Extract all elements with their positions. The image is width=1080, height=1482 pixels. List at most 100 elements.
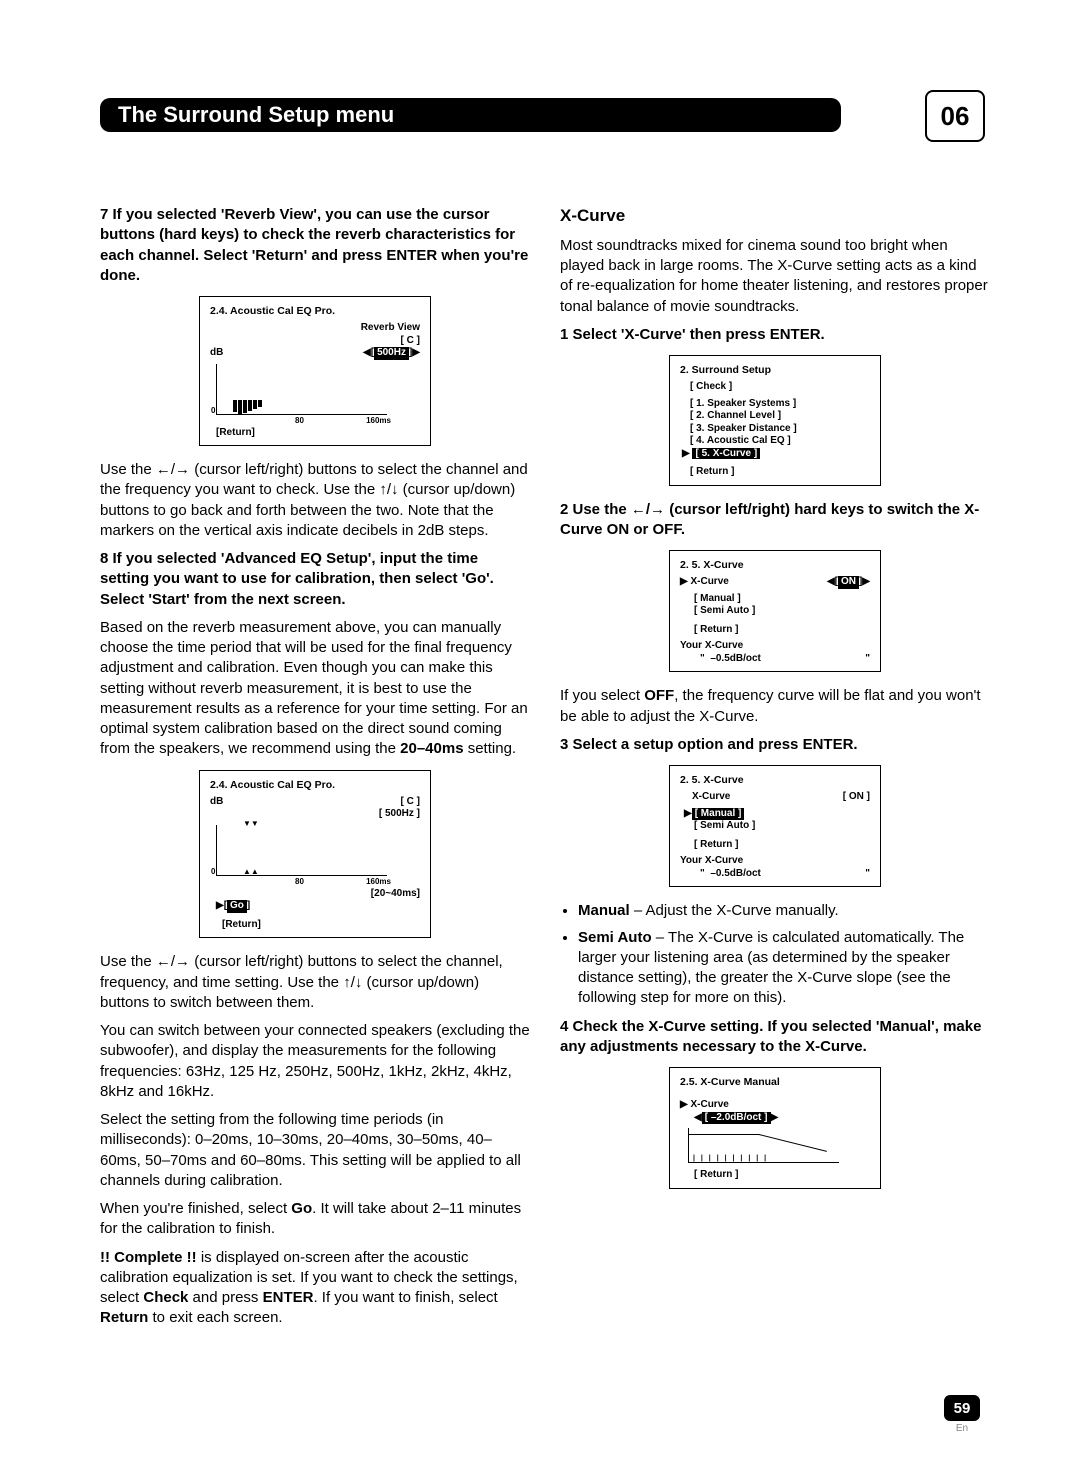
osd-title: 2.5. X-Curve Manual xyxy=(680,1076,870,1089)
osd-return: [Return] xyxy=(222,919,420,932)
tick: 0 xyxy=(211,406,215,416)
osd-reverb-view: 2.4. Acoustic Cal EQ Pro. Reverb View [ … xyxy=(199,296,431,446)
content-columns: 7 If you selected 'Reverb View', you can… xyxy=(100,205,990,1337)
osd-surround-setup-menu: 2. Surround Setup [ Check ] [ 1. Speaker… xyxy=(669,355,881,486)
osd-row: [20~40ms] xyxy=(210,888,420,901)
step8-para-f: !! Complete !! is displayed on-screen af… xyxy=(100,1248,530,1329)
left-column: 7 If you selected 'Reverb View', you can… xyxy=(100,205,530,1337)
step8-para-c: You can switch between your connected sp… xyxy=(100,1021,530,1102)
osd-xcurve-onoff: 2. 5. X-Curve ▶ X-Curve ◀[ON]▶ [ Manual … xyxy=(669,550,881,672)
osd-return: [ Return ] xyxy=(694,839,870,852)
tick: 80 xyxy=(295,416,304,426)
list-item: Semi Auto – The X-Curve is calculated au… xyxy=(578,928,990,1009)
xcurve-heading: X-Curve xyxy=(560,205,990,228)
osd-item: [ 1. Speaker Systems ] xyxy=(690,398,870,411)
step8-para-b: Use the ←/→ (cursor left/right) buttons … xyxy=(100,952,530,1013)
osd-row: " –0.5dB/oct " xyxy=(680,868,870,881)
arrow-right-icon: → xyxy=(650,501,665,518)
header-title: The Surround Setup menu xyxy=(100,98,841,132)
step8-para-e: When you're finished, select Go. It will… xyxy=(100,1199,530,1240)
arrow-left-icon: ← xyxy=(631,501,646,518)
osd-title: 2.4. Acoustic Cal EQ Pro. xyxy=(210,305,420,318)
osd-channel: [ C ] xyxy=(401,796,420,807)
step-1-heading: 1 Select 'X-Curve' then press ENTER. xyxy=(560,325,990,345)
osd-row: Reverb View xyxy=(210,322,420,335)
osd-item: [ Check ] xyxy=(690,381,870,394)
osd-db: dB xyxy=(210,796,223,821)
osd-row: ▶ X-Curve ◀[ON]▶ xyxy=(680,576,870,589)
osd-title: 2. 5. X-Curve xyxy=(680,559,870,572)
osd-title: 2.4. Acoustic Cal EQ Pro. xyxy=(210,779,420,792)
osd-channel: [ C ] xyxy=(401,335,420,348)
tick: 160ms xyxy=(366,877,391,887)
step-3-heading: 3 Select a setup option and press ENTER. xyxy=(560,735,990,755)
osd-title: 2. Surround Setup xyxy=(680,364,870,377)
osd-xcurve-manual: 2.5. X-Curve Manual ▶ X-Curve ◀[ –2.0dB/… xyxy=(669,1067,881,1189)
osd-graph: | | | | | | | | | | xyxy=(688,1128,839,1163)
osd-xcurve-options: 2. 5. X-Curve X-Curve [ ON ] ▶[ Manual ]… xyxy=(669,765,881,887)
osd-graph: 0 80 160ms xyxy=(216,364,387,415)
chapter-number: 06 xyxy=(925,90,985,142)
graph-ticks: | | | | | | | | | | xyxy=(693,1155,768,1164)
osd-return: [Return] xyxy=(216,427,420,440)
step2-para-a: If you select OFF, the frequency curve w… xyxy=(560,686,990,727)
osd-item: [ Manual ] xyxy=(694,593,870,606)
osd-row: dB ◀[500Hz]▶ xyxy=(210,347,420,360)
step-2-heading: 2 Use the ←/→ (cursor left/right) hard k… xyxy=(560,500,990,541)
osd-item: [ 2. Channel Level ] xyxy=(690,410,870,423)
tick: 160ms xyxy=(366,416,391,426)
arrow-right-icon: → xyxy=(175,953,190,970)
header-bar: The Surround Setup menu xyxy=(100,98,990,132)
osd-range: [20~40ms] xyxy=(371,888,420,901)
arrow-up-icon: ↑ xyxy=(343,974,351,991)
osd-db: dB xyxy=(210,347,223,360)
osd-row: dB [ C ] [ 500Hz ] xyxy=(210,796,420,821)
page-number: 59 xyxy=(944,1395,980,1421)
graph-bars xyxy=(233,400,262,414)
step-4-heading: 4 Check the X-Curve setting. If you sele… xyxy=(560,1017,990,1058)
osd-your-xcurve: Your X-Curve xyxy=(680,855,870,868)
arrow-left-icon: ← xyxy=(156,953,171,970)
page-footer: 59 En xyxy=(944,1395,980,1434)
osd-row: ▶ X-Curve xyxy=(680,1099,870,1112)
osd-item: [ Semi Auto ] xyxy=(694,820,870,833)
osd-return: [ Return ] xyxy=(694,1169,870,1182)
list-item: Manual – Adjust the X-Curve manually. xyxy=(578,901,990,921)
tick: 80 xyxy=(295,877,304,887)
osd-item-selected: ▶ [ 5. X-Curve ] xyxy=(682,448,870,461)
page: The Surround Setup menu 06 7 If you sele… xyxy=(0,0,1080,1482)
osd-graph: 0 80 160ms ▼▼ ▲▲ xyxy=(216,825,387,876)
osd-item: [ 3. Speaker Distance ] xyxy=(690,423,870,436)
step8-para-a: Based on the reverb measurement above, y… xyxy=(100,618,530,760)
arrow-right-icon: → xyxy=(175,461,190,478)
osd-freq-sel: ◀[500Hz]▶ xyxy=(363,347,420,360)
right-column: X-Curve Most soundtracks mixed for cinem… xyxy=(560,205,990,1337)
step7-para-a: Use the ←/→ (cursor left/right) buttons … xyxy=(100,460,530,541)
marker-down-icon: ▼▼ xyxy=(243,819,259,829)
osd-row: [ C ] xyxy=(210,335,420,348)
osd-row: X-Curve [ ON ] xyxy=(680,791,870,804)
osd-item-selected: ▶[ Manual ] xyxy=(684,808,870,821)
step8-para-d: Select the setting from the following ti… xyxy=(100,1110,530,1191)
osd-val-sel: ◀[ –2.0dB/oct ]▶ xyxy=(694,1112,870,1125)
osd-return: [ Return ] xyxy=(690,466,870,479)
osd-advanced-eq: 2.4. Acoustic Cal EQ Pro. dB [ C ] [ 500… xyxy=(199,770,431,939)
osd-item: [ 4. Acoustic Cal EQ ] xyxy=(690,435,870,448)
option-list: Manual – Adjust the X-Curve manually. Se… xyxy=(560,901,990,1008)
arrow-up-icon: ↑ xyxy=(379,481,387,498)
xcurve-intro: Most soundtracks mixed for cinema sound … xyxy=(560,236,990,317)
marker-up-icon: ▲▲ xyxy=(243,867,259,877)
step-7-heading: 7 If you selected 'Reverb View', you can… xyxy=(100,205,530,286)
osd-row: " –0.5dB/oct " xyxy=(680,653,870,666)
step-8-heading: 8 If you selected 'Advanced EQ Setup', i… xyxy=(100,549,530,610)
osd-freq: [ 500Hz ] xyxy=(379,808,420,819)
tick: 0 xyxy=(211,867,215,877)
osd-go-row: ▶[Go] xyxy=(216,900,420,913)
page-language: En xyxy=(944,1423,980,1434)
arrow-down-icon: ↓ xyxy=(391,481,399,498)
osd-title: 2. 5. X-Curve xyxy=(680,774,870,787)
osd-return: [ Return ] xyxy=(694,624,870,637)
osd-subtitle: Reverb View xyxy=(361,322,420,335)
arrow-left-icon: ← xyxy=(156,461,171,478)
osd-item: [ Semi Auto ] xyxy=(694,605,870,618)
